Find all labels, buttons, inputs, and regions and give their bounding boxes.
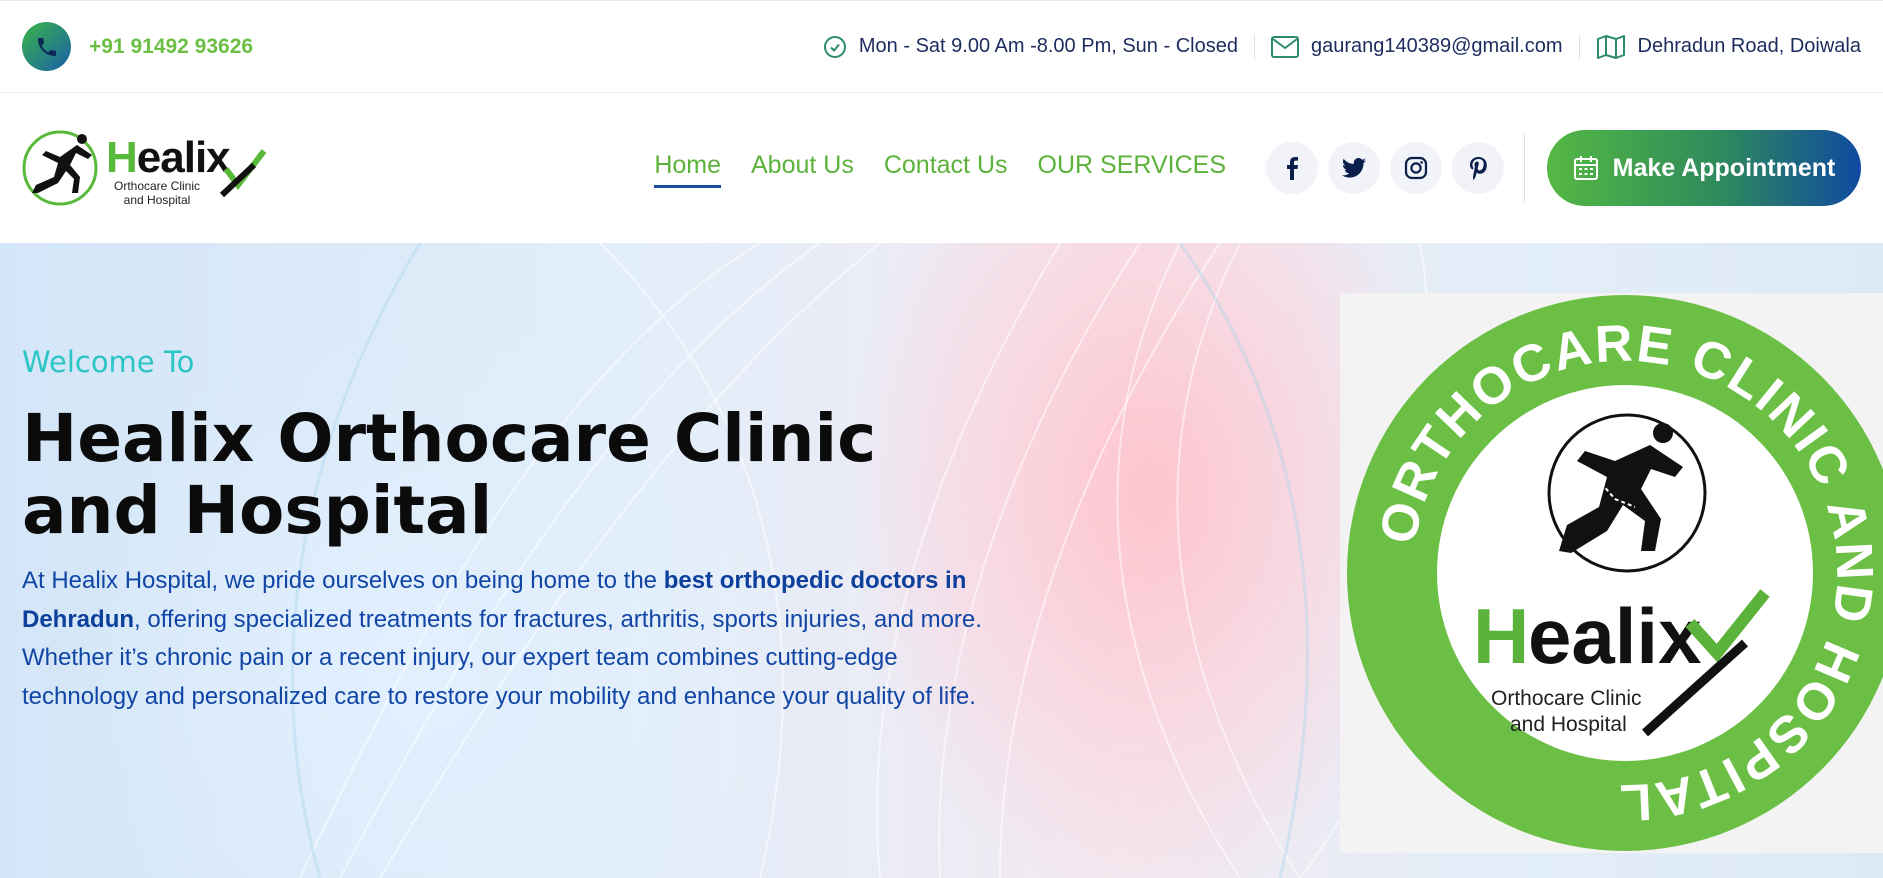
logo-subtitle-1: Orthocare Clinic — [113, 179, 201, 193]
email-text[interactable]: gaurang140389@gmail.com — [1311, 35, 1563, 58]
divider — [1578, 33, 1580, 60]
instagram-icon[interactable] — [1390, 142, 1442, 194]
clinic-badge-logo: ORTHOCARE CLINIC AND HOSPITAL H ealix Or… — [1347, 295, 1883, 851]
mail-icon — [1270, 35, 1299, 58]
check-mark-icon — [220, 149, 267, 198]
social-links — [1256, 142, 1504, 194]
top-bar: +91 91492 93626 Mon - Sat 9.00 Am -8.00 … — [0, 0, 1883, 93]
nav-about-us[interactable]: About Us — [751, 151, 854, 186]
top-contact-info: Mon - Sat 9.00 Am -8.00 Pm, Sun - Closed… — [823, 33, 1861, 60]
logo-subtitle-2: and Hospital — [123, 193, 191, 207]
svg-text:H: H — [1473, 592, 1529, 680]
logo-name: Healix — [106, 133, 231, 182]
address-text: Dehradun Road, Doiwala — [1637, 35, 1861, 57]
phone-icon[interactable] — [22, 22, 71, 71]
welcome-text: Welcome To — [22, 345, 195, 379]
site-logo[interactable]: Healix Orthocare Clinic and Hospital — [22, 123, 272, 213]
divider — [1524, 134, 1525, 202]
map-icon — [1596, 34, 1625, 59]
make-appointment-button[interactable]: Make Appointment — [1547, 130, 1861, 206]
phone-number[interactable]: +91 91492 93626 — [89, 35, 253, 59]
hero-title: Healix Orthocare Clinic and Hospital — [22, 400, 877, 549]
email-info[interactable]: gaurang140389@gmail.com — [1270, 35, 1563, 58]
make-appointment-label: Make Appointment — [1612, 153, 1836, 182]
twitter-icon[interactable] — [1328, 142, 1380, 194]
address-info: Dehradun Road, Doiwala — [1596, 34, 1861, 60]
pinterest-icon[interactable] — [1452, 142, 1504, 194]
nav-menu: Home About Us Contact Us OUR SERVICES — [624, 151, 1226, 188]
divider — [1253, 33, 1255, 60]
main-navbar: Healix Orthocare Clinic and Hospital Hom… — [0, 93, 1883, 243]
facebook-icon[interactable] — [1266, 142, 1318, 194]
svg-text:Orthocare Clinic: Orthocare Clinic — [1491, 687, 1642, 710]
logo-text: Healix Orthocare Clinic and Hospital — [106, 133, 231, 208]
svg-text:and Hospital: and Hospital — [1510, 713, 1627, 736]
hero-description: At Healix Hospital, we pride ourselves o… — [22, 567, 982, 710]
clock-icon — [823, 35, 846, 58]
opening-hours: Mon - Sat 9.00 Am -8.00 Pm, Sun - Closed — [823, 35, 1238, 59]
nav-contact-us[interactable]: Contact Us — [884, 151, 1008, 186]
calendar-icon — [1573, 156, 1598, 180]
svg-text:ealix: ealix — [1528, 592, 1701, 680]
hero-section: Welcome To Healix Orthocare Clinic and H… — [0, 243, 1883, 878]
runner-logo-icon — [22, 130, 98, 206]
nav-our-services[interactable]: OUR SERVICES — [1038, 151, 1226, 186]
hours-text: Mon - Sat 9.00 Am -8.00 Pm, Sun - Closed — [858, 35, 1238, 57]
nav-home[interactable]: Home — [654, 151, 721, 188]
